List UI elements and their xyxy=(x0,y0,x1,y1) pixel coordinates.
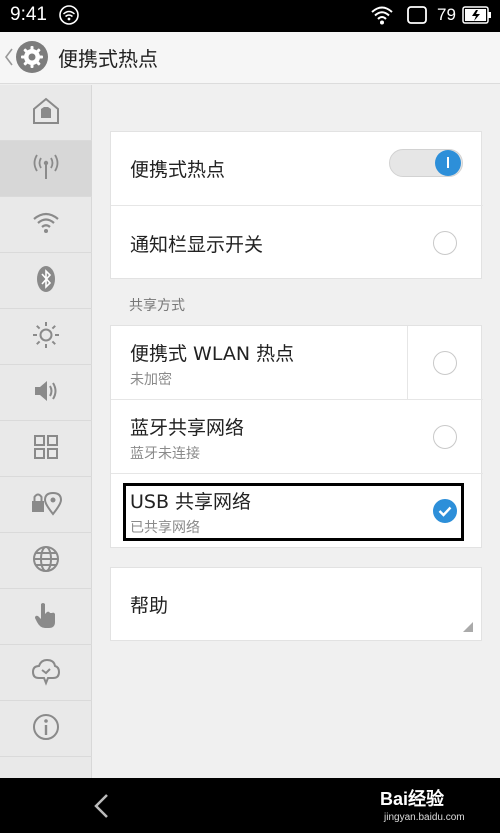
sidebar-item-about[interactable] xyxy=(0,701,92,757)
watermark-url: jingyan.baidu.com xyxy=(384,812,465,823)
back-arrow-icon[interactable] xyxy=(92,792,112,824)
battery-level: 79 xyxy=(437,5,456,24)
info-icon xyxy=(31,712,61,746)
sidebar-item-wifi[interactable] xyxy=(0,197,92,253)
status-bar: 9:41 79 xyxy=(0,0,500,32)
notification-radio[interactable] xyxy=(433,231,457,255)
main-content: 便携式热点 通知栏显示开关 共享方式 便携式 WLAN 热点 未加密 蓝牙共享网… xyxy=(92,85,500,778)
sidebar-item-home[interactable] xyxy=(0,85,92,141)
sidebar-item-display[interactable] xyxy=(0,309,92,365)
globe-icon xyxy=(31,544,61,578)
grid-icon xyxy=(31,432,61,466)
sidebar-item-apps[interactable] xyxy=(0,421,92,477)
sidebar-item-language[interactable] xyxy=(0,533,92,589)
sidebar-item-cloud[interactable] xyxy=(0,645,92,701)
bluetooth-sharing-radio[interactable] xyxy=(433,425,457,449)
battery-icon xyxy=(462,6,492,28)
status-time: 9:41 xyxy=(10,4,47,25)
bluetooth-icon xyxy=(31,264,61,298)
section-title: 共享方式 xyxy=(129,298,185,314)
square-icon xyxy=(406,4,428,30)
hotspot-toggle[interactable] xyxy=(389,149,463,177)
brightness-icon xyxy=(31,320,61,354)
sidebar-item-bluetooth[interactable] xyxy=(0,253,92,309)
lock-location-icon xyxy=(30,488,63,522)
home-icon xyxy=(31,96,61,130)
highlight-box xyxy=(123,483,464,541)
corner-indicator-icon xyxy=(463,622,473,632)
hotspot-toggle-row[interactable]: 便携式热点 xyxy=(111,132,483,206)
hotspot-label: 便携式热点 xyxy=(130,159,226,181)
notification-switch-label: 通知栏显示开关 xyxy=(130,234,264,256)
sidebar-item-hotspot[interactable] xyxy=(0,141,92,197)
volume-icon xyxy=(31,376,61,410)
help-card[interactable]: 帮助 xyxy=(110,567,482,641)
toggle-knob xyxy=(435,150,461,176)
wlan-hotspot-row[interactable]: 便携式 WLAN 热点 未加密 xyxy=(111,326,483,400)
notification-switch-row[interactable]: 通知栏显示开关 xyxy=(111,206,483,280)
hotspot-icon xyxy=(31,152,61,186)
title-bar: 便携式热点 xyxy=(0,32,500,84)
hotspot-card: 便携式热点 通知栏显示开关 xyxy=(110,131,483,280)
hand-icon xyxy=(31,600,61,634)
navigation-bar: Bai经验 jingyan.baidu.com xyxy=(0,778,500,833)
watermark-logo: Bai经验 xyxy=(380,789,445,809)
sidebar-item-gestures[interactable] xyxy=(0,589,92,645)
bluetooth-sharing-row[interactable]: 蓝牙共享网络 蓝牙未连接 xyxy=(111,400,483,474)
sidebar-item-security-location[interactable] xyxy=(0,477,92,533)
divider xyxy=(407,326,408,400)
wlan-hotspot-status: 未加密 xyxy=(130,372,172,388)
sidebar-item-sound[interactable] xyxy=(0,365,92,421)
wifi-icon xyxy=(31,208,61,242)
page-title: 便携式热点 xyxy=(58,47,158,71)
chevron-left-icon[interactable] xyxy=(4,46,14,72)
wifi-outline-icon xyxy=(58,4,80,30)
wlan-hotspot-label: 便携式 WLAN 热点 xyxy=(130,343,295,365)
bluetooth-sharing-status: 蓝牙未连接 xyxy=(130,446,200,462)
gear-icon[interactable] xyxy=(16,41,48,73)
help-label: 帮助 xyxy=(130,595,169,617)
bluetooth-sharing-label: 蓝牙共享网络 xyxy=(130,417,245,439)
wifi-signal-icon xyxy=(370,4,394,30)
wlan-hotspot-radio[interactable] xyxy=(433,351,457,375)
settings-sidebar xyxy=(0,85,92,778)
cloud-icon xyxy=(31,656,61,690)
